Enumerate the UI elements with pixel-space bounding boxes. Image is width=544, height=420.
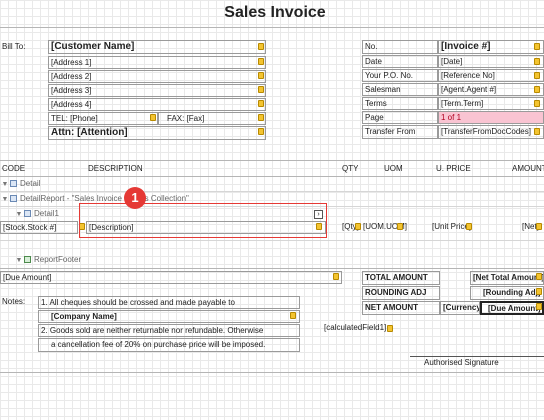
- binding-marker-icon: [534, 58, 540, 65]
- attention-field[interactable]: Attn: [Attention]: [48, 126, 266, 140]
- binding-marker-icon: [258, 72, 264, 79]
- transfer-field[interactable]: [TransferFromDocCodes]: [438, 125, 544, 139]
- address4-field[interactable]: [Address 4]: [48, 98, 266, 111]
- band-icon: [24, 210, 31, 217]
- band-report-footer-label: ReportFooter: [34, 255, 82, 264]
- date-label: Date: [362, 55, 438, 68]
- binding-marker-icon: [397, 223, 403, 230]
- fax-field[interactable]: FAX: [Fax]: [158, 112, 266, 125]
- binding-marker-icon: [536, 288, 542, 295]
- stock-code-field[interactable]: [Stock.Stock #]: [0, 221, 78, 234]
- notes-label: Notes:: [2, 297, 26, 306]
- band-detail1-label: Detail1: [34, 209, 59, 218]
- binding-marker-icon: [258, 58, 264, 65]
- band-report-footer[interactable]: ▼ ReportFooter: [0, 254, 544, 266]
- column-header-amount[interactable]: AMOUNT: [512, 164, 544, 173]
- address3-field[interactable]: [Address 3]: [48, 84, 266, 97]
- column-header-code[interactable]: CODE: [2, 164, 25, 173]
- binding-marker-icon: [534, 100, 540, 107]
- terms-label: Terms: [362, 97, 438, 110]
- binding-marker-icon: [536, 223, 542, 230]
- column-header-uom[interactable]: UOM: [384, 164, 403, 173]
- binding-marker-icon: [258, 114, 264, 121]
- binding-marker-icon: [290, 312, 296, 319]
- binding-marker-icon: [258, 43, 264, 50]
- binding-marker-icon: [534, 72, 540, 79]
- band-icon: [24, 256, 31, 263]
- binding-marker-icon: [258, 86, 264, 93]
- binding-marker-icon: [534, 128, 540, 135]
- customer-name-field[interactable]: [Customer Name]: [48, 40, 266, 54]
- address2-field[interactable]: [Address 2]: [48, 70, 266, 83]
- page-label: Page: [362, 111, 438, 124]
- binding-marker-icon: [536, 273, 542, 280]
- page-field[interactable]: 1 of 1: [438, 111, 544, 124]
- terms-field[interactable]: [Term.Term]: [438, 97, 544, 110]
- note-line-3[interactable]: a cancellation fee of 20% on purchase pr…: [38, 338, 300, 352]
- binding-marker-icon: [534, 86, 540, 93]
- binding-marker-icon: [150, 114, 156, 121]
- address1-field[interactable]: [Address 1]: [48, 56, 266, 69]
- band-detail-report-label: DetailReport - "Sales Invoice Details Co…: [20, 194, 189, 203]
- band-detail[interactable]: ▼ Detail: [0, 178, 544, 190]
- callout-badge: 1: [124, 187, 146, 209]
- band-icon: [10, 180, 17, 187]
- invoice-no-field[interactable]: [Invoice #]: [438, 40, 544, 54]
- due-amount-total-field[interactable]: [Due Amount]: [480, 301, 544, 315]
- transfer-label: Transfer From: [362, 125, 438, 139]
- column-header-description[interactable]: DESCRIPTION: [88, 164, 143, 173]
- net-amount-label: NET AMOUNT: [362, 301, 440, 315]
- company-name-field[interactable]: [Company Name]: [38, 310, 300, 323]
- total-amount-field[interactable]: [Net Total Amount]: [470, 271, 544, 285]
- column-header-uprice[interactable]: U. PRICE: [436, 164, 471, 173]
- collapse-arrow-icon[interactable]: ▼: [14, 255, 24, 267]
- binding-marker-icon: [333, 273, 339, 280]
- collapse-arrow-icon[interactable]: ▼: [0, 179, 10, 191]
- report-design-surface[interactable]: Sales Invoice Bill To: [Customer Name] […: [0, 0, 544, 420]
- selection-highlight: [79, 203, 327, 238]
- binding-marker-icon: [387, 325, 393, 332]
- currency-field[interactable]: [Currency]: [440, 301, 480, 315]
- binding-marker-icon: [258, 128, 264, 135]
- calculated-field[interactable]: [calculatedField1]: [324, 323, 386, 332]
- collapse-arrow-icon[interactable]: ▼: [14, 209, 24, 221]
- date-field[interactable]: [Date]: [438, 55, 544, 68]
- report-title[interactable]: Sales Invoice: [200, 2, 350, 24]
- column-header-qty[interactable]: QTY: [342, 164, 358, 173]
- rounding-field[interactable]: [Rounding Adj]: [470, 286, 544, 300]
- note-line-1[interactable]: 1. All cheques should be crossed and mad…: [38, 296, 300, 309]
- binding-marker-icon: [466, 223, 472, 230]
- total-amount-label: TOTAL AMOUNT: [362, 271, 440, 285]
- note-line-2[interactable]: 2. Goods sold are neither returnable nor…: [38, 324, 300, 337]
- due-amount-field[interactable]: [Due Amount]: [0, 271, 342, 284]
- band-detail-label: Detail: [20, 179, 41, 188]
- po-label: Your P.O. No.: [362, 69, 438, 82]
- band-icon: [10, 195, 17, 202]
- salesman-field[interactable]: [Agent.Agent #]: [438, 83, 544, 96]
- collapse-arrow-icon[interactable]: ▼: [0, 194, 10, 206]
- binding-marker-icon: [536, 303, 542, 310]
- phone-field[interactable]: TEL: [Phone]: [48, 112, 158, 125]
- rounding-label: ROUNDING ADJ: [362, 286, 440, 300]
- binding-marker-icon: [258, 100, 264, 107]
- binding-marker-icon: [534, 43, 540, 50]
- invoice-no-label: No.: [362, 40, 438, 54]
- binding-marker-icon: [355, 223, 361, 230]
- authorised-signature-label: Authorised Signature: [424, 358, 499, 367]
- po-field[interactable]: [Reference No]: [438, 69, 544, 82]
- bill-to-label: Bill To:: [2, 42, 26, 51]
- salesman-label: Salesman: [362, 83, 438, 96]
